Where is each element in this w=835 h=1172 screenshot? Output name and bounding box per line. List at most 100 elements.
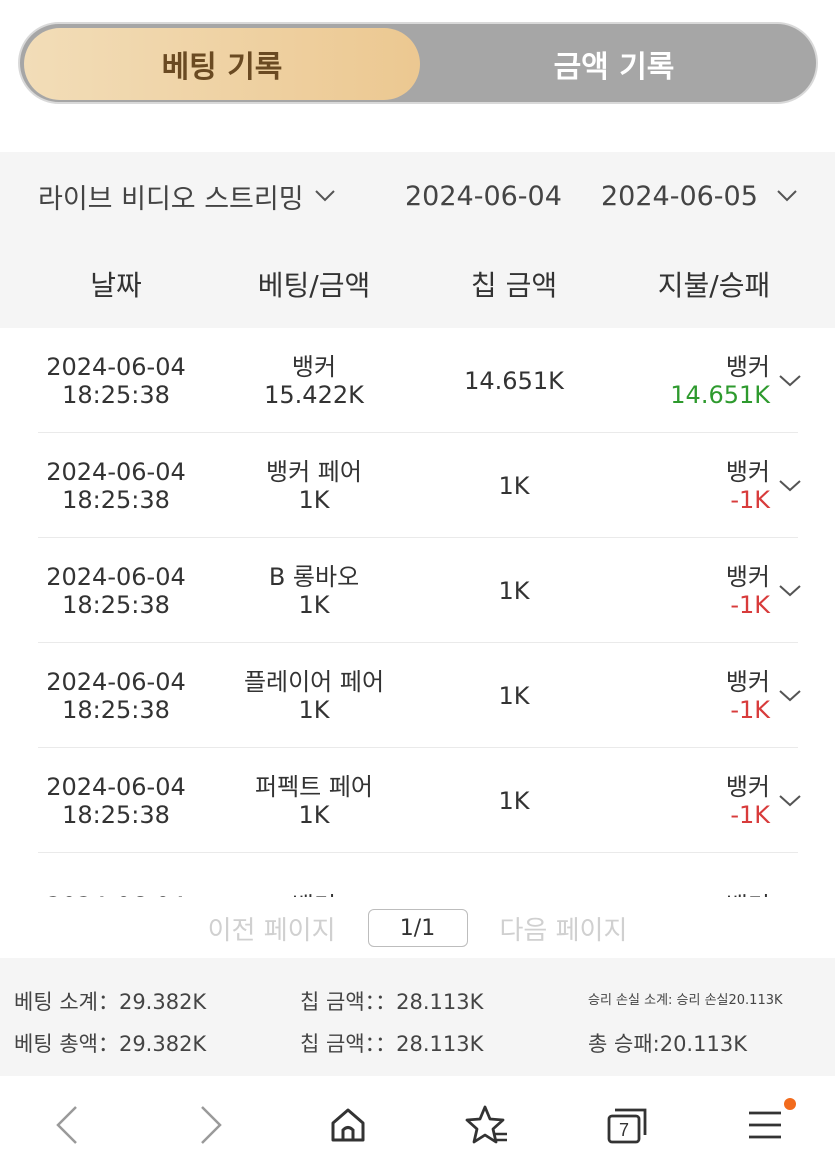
table-row[interactable]: 2024-06-04 18:25:38 뱅커 페어 1K 1K 뱅커 -1K xyxy=(38,434,801,538)
row-time: 18:25:38 xyxy=(62,486,170,514)
expand-row-button[interactable] xyxy=(778,434,802,538)
row-chip xyxy=(414,854,614,897)
row-payout: 뱅커 xyxy=(614,854,814,897)
next-page-button[interactable]: 다음 페이지 xyxy=(500,910,628,947)
bookmarks-button[interactable] xyxy=(462,1100,512,1150)
header-payout-result: 지불/승패 xyxy=(657,269,771,302)
row-bet: 플레이어 페어 1K xyxy=(214,644,414,748)
row-chip-amount: 1K xyxy=(498,577,530,605)
row-bet-type: 뱅커 xyxy=(291,353,337,381)
category-select[interactable]: 라이브 비디오 스트리밍 xyxy=(38,177,336,216)
row-chip-amount: 1K xyxy=(498,472,530,500)
row-date: 2024-06-04 xyxy=(46,668,186,696)
row-chip: 1K xyxy=(414,749,614,853)
chip-total: 칩 금액：：28.113K xyxy=(300,1032,484,1056)
row-chip: 1K xyxy=(414,539,614,643)
expand-row-button[interactable] xyxy=(778,749,802,853)
date-to-field[interactable]: 2024-06-05 xyxy=(601,181,798,212)
notification-dot xyxy=(784,1098,796,1110)
row-chip-amount: 1K xyxy=(498,682,530,710)
table-header: 날짜 베팅/금액 칩 금액 지불/승패 xyxy=(0,240,835,328)
row-chip-amount: 14.651K xyxy=(464,367,564,395)
row-time: 18:25:38 xyxy=(62,801,170,829)
row-bet-type: 플레이어 페어 xyxy=(243,668,385,696)
header-bet-amount: 베팅/금액 xyxy=(257,269,371,302)
winloss-subtotal: 승리 손실 소계: 승리 손실20.113K xyxy=(588,993,783,1008)
row-date: 2024-06-04 xyxy=(46,563,186,591)
row-pay-label: 뱅커 xyxy=(725,353,770,381)
date-from-field[interactable]: 2024-06-04 xyxy=(405,181,562,212)
row-result: -1K xyxy=(730,696,770,724)
row-result: -1K xyxy=(730,486,770,514)
row-chip-amount: 1K xyxy=(498,787,530,815)
row-datetime: 2024-06-04 xyxy=(38,854,194,897)
chevron-down-icon xyxy=(779,585,801,597)
page-indicator[interactable]: 1/1 xyxy=(367,909,468,947)
row-datetime: 2024-06-04 18:25:38 xyxy=(38,539,194,643)
row-datetime: 2024-06-04 18:25:38 xyxy=(38,329,194,433)
row-result: -1K xyxy=(730,801,770,829)
date-from-label: 2024-06-04 xyxy=(405,180,562,212)
expand-row-button[interactable] xyxy=(778,329,802,433)
table-row[interactable]: 2024-06-04 뱅커 뱅커 xyxy=(38,854,798,897)
row-datetime: 2024-06-04 18:25:38 xyxy=(38,749,194,853)
prev-page-button[interactable]: 이전 페이지 xyxy=(208,910,336,947)
row-chip: 14.651K xyxy=(414,329,614,433)
row-bet: 퍼펙트 페어 1K xyxy=(214,749,414,853)
row-date: 2024-06-04 xyxy=(46,892,185,897)
pagination: 이전 페이지 1/1 다음 페이지 xyxy=(0,906,835,950)
tabs-button[interactable]: 7 xyxy=(602,1100,652,1150)
bet-total: 베팅 총액：29.382K xyxy=(14,1032,207,1056)
back-button[interactable] xyxy=(42,1100,92,1150)
bet-history-list[interactable]: 2024-06-04 18:25:38 뱅커 15.422K 14.651K 뱅… xyxy=(0,329,835,897)
row-bet: 뱅커 xyxy=(214,854,414,897)
record-tabs: 베팅 기록 금액 기록 xyxy=(18,22,818,104)
winloss-total: 총 승패:20.113K xyxy=(588,1032,747,1056)
chip-subtotal: 칩 금액：：28.113K xyxy=(300,990,484,1014)
chevron-down-icon xyxy=(779,480,801,492)
chevron-down-icon xyxy=(779,690,801,702)
row-result: -1K xyxy=(730,591,770,619)
row-bet-amount: 1K xyxy=(298,591,330,619)
back-icon xyxy=(56,1106,77,1144)
home-icon xyxy=(331,1108,365,1142)
date-to-label: 2024-06-05 xyxy=(601,180,758,212)
browser-toolbar: 7 xyxy=(0,1078,835,1172)
forward-button[interactable] xyxy=(186,1100,236,1150)
home-button[interactable] xyxy=(323,1100,373,1150)
row-date: 2024-06-04 xyxy=(46,773,186,801)
row-date: 2024-06-04 xyxy=(46,353,186,381)
row-bet-type: 퍼펙트 페어 xyxy=(254,773,374,801)
tab-bet-history[interactable]: 베팅 기록 xyxy=(24,28,420,100)
menu-button[interactable] xyxy=(740,1098,796,1150)
row-result: 14.651K xyxy=(670,381,770,409)
chevron-down-icon xyxy=(314,189,336,203)
row-bet-amount: 1K xyxy=(298,801,330,829)
table-row[interactable]: 2024-06-04 18:25:38 퍼펙트 페어 1K 1K 뱅커 -1K xyxy=(38,749,801,853)
table-row[interactable]: 2024-06-04 18:25:38 뱅커 15.422K 14.651K 뱅… xyxy=(38,329,801,433)
chevron-down-icon xyxy=(779,375,801,387)
row-chip: 1K xyxy=(414,644,614,748)
row-date: 2024-06-04 xyxy=(46,458,186,486)
row-time: 18:25:38 xyxy=(62,591,170,619)
tabs-icon: 7 xyxy=(607,1108,647,1144)
row-chip: 1K xyxy=(414,434,614,538)
expand-row-button[interactable] xyxy=(778,539,802,643)
expand-row-button[interactable] xyxy=(778,644,802,748)
tab-amount-history[interactable]: 금액 기록 xyxy=(416,28,812,100)
chevron-down-icon xyxy=(776,189,798,203)
tab-count: 7 xyxy=(619,1120,629,1140)
row-datetime: 2024-06-04 18:25:38 xyxy=(38,644,194,748)
menu-icon xyxy=(749,1111,781,1139)
table-row[interactable]: 2024-06-04 18:25:38 B 롱바오 1K 1K 뱅커 -1K xyxy=(38,539,801,643)
row-pay-label: 뱅커 xyxy=(725,458,770,486)
row-bet: 뱅커 페어 1K xyxy=(214,434,414,538)
row-pay-label: 뱅커 xyxy=(725,668,770,696)
row-bet-type: 뱅커 페어 xyxy=(266,458,362,486)
row-pay-label: 뱅커 xyxy=(725,563,770,591)
table-row[interactable]: 2024-06-04 18:25:38 플레이어 페어 1K 1K 뱅커 -1K xyxy=(38,644,801,748)
header-date: 날짜 xyxy=(90,269,142,302)
row-bet: 뱅커 15.422K xyxy=(214,329,414,433)
bet-subtotal: 베팅 소계：29.382K xyxy=(14,990,207,1014)
forward-icon xyxy=(201,1106,222,1144)
